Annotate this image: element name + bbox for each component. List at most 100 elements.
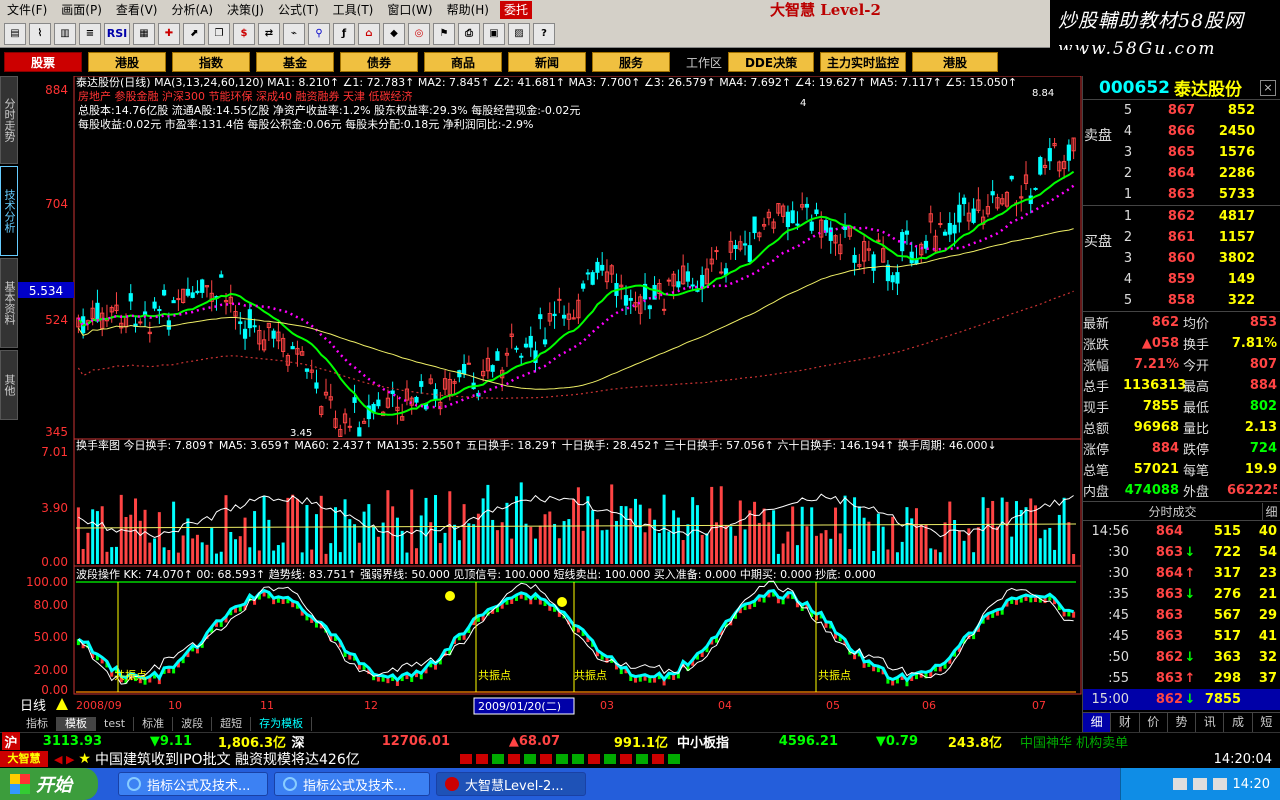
tray-volume-icon[interactable] (1212, 778, 1227, 790)
close-icon[interactable]: × (1260, 79, 1276, 96)
candle-body (804, 203, 810, 208)
tab-save-template[interactable]: 存为模板 (251, 717, 313, 731)
calendar-icon[interactable]: ▨ (508, 22, 530, 45)
menu-analysis[interactable]: 分析(A) (164, 0, 220, 20)
nav-monitor[interactable]: 主力实时监控 (820, 52, 907, 72)
x-label-1: 10 (168, 699, 182, 712)
menu-view[interactable]: 查看(V) (109, 0, 165, 20)
tick-arrow: ↓ (1184, 587, 1196, 602)
period-label[interactable]: 日线 (20, 699, 46, 714)
tray-mail-icon[interactable] (1172, 778, 1187, 790)
tab-technical[interactable]: 技术分析 (0, 166, 18, 256)
x-label-8: 06 (922, 699, 936, 712)
tab-fundamentals[interactable]: 基本资料 (0, 258, 18, 348)
menu-window[interactable]: 窗口(W) (380, 0, 439, 20)
intraday-icon[interactable]: ⌇ (29, 22, 51, 45)
task-1[interactable]: 指标公式及技术... (118, 772, 268, 796)
volume-bar (605, 529, 609, 564)
task-3[interactable]: 大智慧Level-2... (436, 772, 586, 796)
menu-formula[interactable]: 公式(T) (271, 0, 326, 20)
right-note: 中国神华 机构卖单 (1020, 736, 1129, 751)
volume-bar (1019, 510, 1023, 564)
bid-row[interactable]: 5 858 322 (1083, 290, 1280, 311)
binoculars-icon[interactable]: ⚲ (308, 22, 330, 45)
nav-dde[interactable]: DDE决策 (728, 52, 815, 72)
tab-other[interactable]: 其他 (0, 350, 18, 420)
nav-hk[interactable]: 港股 (88, 52, 166, 72)
cross-icon[interactable]: ✚ (158, 22, 180, 45)
menu-tools[interactable]: 工具(T) (326, 0, 381, 20)
entrust-button[interactable]: 委托 (499, 1, 532, 19)
money-icon[interactable]: $ (233, 22, 255, 45)
graph-icon[interactable]: ⌁ (283, 22, 305, 45)
start-button[interactable]: 开始 (0, 768, 98, 800)
quote-tab[interactable]: 讯 (1196, 713, 1225, 732)
news-arrows-icon[interactable]: ◀ ▶ (54, 753, 74, 766)
news-text[interactable]: 中国建筑收到IPO批文 融资规模将达426亿 (95, 749, 360, 769)
sme-label[interactable]: 中小板指 (668, 732, 738, 751)
menu-decision[interactable]: 决策(J) (220, 0, 271, 20)
quote-tab[interactable]: 势 (1168, 713, 1197, 732)
bid-row[interactable]: 1 862 4817 (1083, 206, 1280, 227)
nav-commodity[interactable]: 商品 (424, 52, 502, 72)
window-icon[interactable]: ❐ (208, 22, 230, 45)
diamond-icon[interactable]: ◆ (383, 22, 405, 45)
menu-screen[interactable]: 画面(P) (54, 0, 109, 20)
nav-service[interactable]: 服务 (592, 52, 670, 72)
volume-bar (1029, 498, 1033, 564)
formula-icon[interactable]: ƒ (333, 22, 355, 45)
tab-standard[interactable]: 标准 (134, 717, 174, 731)
candle-body (947, 222, 952, 235)
target-icon[interactable]: ◎ (408, 22, 430, 45)
mini-indicator (459, 754, 472, 764)
stock-list-icon[interactable]: ▤ (4, 22, 26, 45)
quote-tab[interactable]: 细 (1083, 713, 1112, 732)
home-icon[interactable]: ⌂ (358, 22, 380, 45)
volume-bar (943, 522, 947, 564)
kline-icon[interactable]: ▥ (54, 22, 76, 45)
ticks-detail-button[interactable]: 细 (1262, 502, 1280, 520)
ask-price: 867 (1167, 103, 1195, 118)
volume-bar (553, 523, 557, 564)
quote-tab[interactable]: 价 (1140, 713, 1168, 732)
nav-news[interactable]: 新闻 (508, 52, 586, 72)
tab-indicator[interactable]: 指标 (18, 717, 57, 731)
menu-help[interactable]: 帮助(H) (440, 0, 496, 20)
candle-body (647, 305, 652, 310)
layout-icon[interactable]: ▣ (483, 22, 505, 45)
tab-intraday[interactable]: 分时走势 (0, 76, 18, 164)
volume-bar (214, 553, 218, 564)
nav-stocks[interactable]: 股票 (4, 52, 82, 72)
grid-icon[interactable]: ▦ (133, 22, 155, 45)
chart-canvas[interactable]: 泰达股份(日线) MA(3,13,24,60,120) MA1: 8.210↑ … (18, 75, 1082, 716)
task-2[interactable]: 指标公式及技术... (274, 772, 430, 796)
dzh-logo[interactable]: 大智慧 (0, 751, 48, 767)
quote-tab[interactable]: 成 (1224, 713, 1253, 732)
quote-tab[interactable]: 财 (1111, 713, 1140, 732)
menu-file[interactable]: 文件(F) (0, 0, 54, 20)
ma24-line (77, 184, 1075, 409)
tab-ultrashort[interactable]: 超短 (212, 717, 252, 731)
nav-fund[interactable]: 基金 (256, 52, 334, 72)
nav-hk-right[interactable]: 港股 (912, 52, 999, 72)
print-icon[interactable]: ⎙ (458, 22, 480, 45)
nav-bond[interactable]: 债券 (340, 52, 418, 72)
switch-icon[interactable]: ⇄ (258, 22, 280, 45)
arrow-icon[interactable]: ⬈ (183, 22, 205, 45)
sh-label[interactable]: 沪 (2, 732, 20, 751)
ask-row[interactable]: 1 863 5733 (1083, 184, 1280, 205)
tab-template[interactable]: 模板 (57, 717, 96, 731)
tab-wave[interactable]: 波段 (173, 717, 213, 731)
help-cursor-icon[interactable]: ? (533, 22, 555, 45)
volume-bar (267, 519, 271, 564)
mini-indicator (523, 754, 536, 764)
report-icon[interactable]: ≡ (79, 22, 101, 45)
volume-bar (500, 522, 504, 564)
ask-row[interactable]: 5 867 852 (1083, 100, 1280, 121)
tray-network-icon[interactable] (1192, 778, 1207, 790)
tab-test[interactable]: test (96, 717, 135, 731)
rsi-button[interactable]: RSI (104, 22, 130, 45)
flag-icon[interactable]: ⚑ (433, 22, 455, 45)
nav-index[interactable]: 指数 (172, 52, 250, 72)
quote-tab[interactable]: 短 (1253, 713, 1280, 732)
